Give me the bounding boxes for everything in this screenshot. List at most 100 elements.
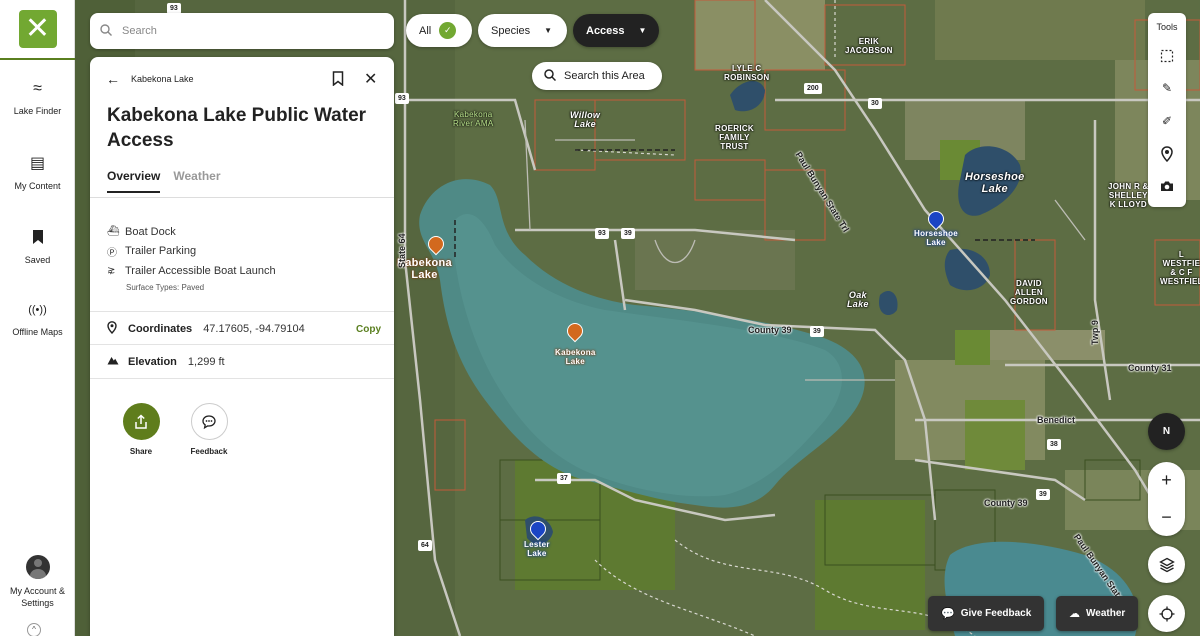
filter-all-chip[interactable]: All ✓: [406, 14, 472, 47]
chat-icon: 💬: [941, 608, 955, 620]
parking-icon: Ⓟ: [107, 247, 117, 259]
close-icon[interactable]: ✕: [364, 69, 377, 89]
road-label-county-39: County 39: [748, 325, 792, 335]
pen-icon[interactable]: ✎: [1148, 81, 1186, 95]
amenities-list: ⛴ Boat Dock Ⓟ Trailer Parking ⋧ Trailer …: [107, 222, 276, 292]
avatar[interactable]: [25, 555, 50, 579]
map-label-roerick-trust: ROERICK FAMILY TRUST: [715, 124, 754, 151]
app-logo[interactable]: ✕: [0, 0, 75, 60]
share-label: Share: [129, 447, 153, 456]
tools-panel: Tools ✎ ✐: [1148, 13, 1186, 207]
tab-overview[interactable]: Overview: [107, 169, 161, 193]
filter-species-dropdown[interactable]: Species ▼: [478, 14, 567, 47]
amenity-label: Trailer Accessible Boat Launch: [125, 264, 276, 277]
nav-item-lake-finder[interactable]: ≈ Lake Finder: [0, 80, 75, 116]
coordinates-label: Coordinates: [128, 323, 193, 335]
camera-icon[interactable]: [1148, 180, 1186, 195]
locate-me-button[interactable]: [1148, 595, 1185, 632]
route-shield-93-west: 93: [395, 93, 409, 104]
coordinates-row: Coordinates 47.17605, -94.79104 Copy: [107, 321, 381, 337]
map-label-lester-lake[interactable]: Lester Lake: [524, 540, 550, 558]
nav-item-account[interactable]: My Account & Settings: [0, 555, 75, 609]
amenity-item: ⋧ Trailer Accessible Boat Launch: [107, 261, 276, 281]
share-button[interactable]: Share: [111, 403, 171, 456]
location-pin-icon[interactable]: [1148, 146, 1186, 165]
boat-icon: ⛴: [107, 226, 120, 238]
map-label-westfield: L WESTFIE & C F WESTFIEL: [1160, 250, 1200, 286]
location-pin-icon: [107, 321, 128, 337]
surface-types: Surface Types: Paved: [126, 282, 205, 292]
amenity-item: ⛴ Boat Dock: [107, 222, 276, 242]
map-label-horseshoe-lake-access[interactable]: Horseshoe Lake: [914, 229, 958, 247]
search-this-area-button[interactable]: Search this Area: [532, 62, 662, 90]
route-shield-93-south: 93: [595, 228, 609, 239]
feedback-button[interactable]: Feedback: [179, 403, 239, 456]
zoom-control: + −: [1148, 462, 1185, 536]
boat-launch-icon: ⋧: [107, 265, 116, 277]
elevation-row: Elevation 1,299 ft: [107, 355, 381, 368]
search-bar[interactable]: [90, 13, 394, 49]
map-label-kabekona-river-ama[interactable]: Kabekona River AMA: [453, 110, 494, 128]
cloud-icon: ☁: [1069, 608, 1080, 620]
edit-line-icon[interactable]: ✐: [1148, 114, 1186, 128]
map-label-oak-lake[interactable]: Oak Lake: [847, 291, 869, 309]
folder-icon: ▤: [29, 155, 46, 172]
road-label-county-39-east: County 39: [984, 498, 1028, 508]
zoom-out-button[interactable]: −: [1148, 499, 1185, 536]
filter-all-label: All: [419, 24, 432, 37]
feedback-icon[interactable]: [190, 403, 228, 440]
elevation-value: 1,299 ft: [187, 355, 225, 368]
nav-item-offline-maps[interactable]: ((•)) Offline Maps: [0, 301, 75, 337]
caret-down-icon: ▼: [544, 26, 553, 35]
search-input[interactable]: [122, 25, 372, 37]
route-shield-200: 200: [804, 83, 822, 94]
divider: [90, 311, 394, 312]
map-label-willow-lake[interactable]: Willow Lake: [570, 111, 600, 129]
route-shield-39: 39: [621, 228, 635, 239]
mountain-icon: [107, 355, 128, 368]
left-navigation: ✕ ≈ Lake Finder ▤ My Content Saved ((•))…: [0, 0, 75, 636]
fish-icon: ✓: [439, 22, 457, 39]
filter-access-label: Access: [586, 24, 625, 37]
breadcrumb[interactable]: Kabekona Lake: [131, 74, 194, 84]
filter-access-dropdown[interactable]: Access ▼: [573, 14, 659, 47]
nav-label: Lake Finder: [13, 106, 62, 116]
lasso-select-icon[interactable]: [1148, 49, 1186, 66]
location-detail-panel: ← Kabekona Lake ✕ Kabekona Lake Public W…: [90, 57, 394, 636]
amenity-item: Ⓟ Trailer Parking: [107, 242, 276, 262]
nav-item-my-content[interactable]: ▤ My Content: [0, 155, 75, 191]
map-label-kabekona-lake-pin[interactable]: Kabekona Lake: [555, 348, 596, 366]
road-label-benedict: Benedict: [1037, 415, 1076, 425]
tab-weather[interactable]: Weather: [173, 169, 220, 193]
divider: [90, 344, 394, 345]
give-feedback-label: Give Feedback: [960, 608, 1032, 619]
compass-button[interactable]: N: [1148, 413, 1185, 450]
copy-button[interactable]: Copy: [356, 324, 381, 335]
road-label-state-64: State 64: [397, 233, 407, 268]
nav-label: My Account & Settings: [9, 586, 66, 608]
map-label-erik-jacobson: ERIK JACOBSON: [845, 37, 893, 55]
bookmark-icon: [0, 229, 75, 247]
logo-icon[interactable]: ✕: [18, 10, 57, 48]
weather-label: Weather: [1086, 608, 1126, 619]
give-feedback-button[interactable]: 💬 Give Feedback: [928, 596, 1045, 631]
share-icon[interactable]: [122, 403, 160, 440]
divider: [90, 378, 394, 379]
zoom-in-button[interactable]: +: [1148, 462, 1185, 499]
bookmark-icon[interactable]: [332, 71, 344, 89]
map-label-john-lloyd: JOHN R & SHELLEY K LLOYD: [1108, 182, 1149, 209]
nav-item-saved[interactable]: Saved: [0, 229, 75, 265]
road-label-twp-9: Twp 9: [1090, 320, 1100, 345]
map-label-horseshoe-lake[interactable]: Horseshoe Lake: [965, 171, 1025, 195]
layers-button[interactable]: [1148, 546, 1185, 583]
weather-button[interactable]: ☁ Weather: [1056, 596, 1139, 631]
route-shield-38: 38: [1047, 439, 1061, 450]
back-arrow-icon[interactable]: ←: [106, 71, 120, 87]
compass-label: N: [1162, 426, 1171, 437]
tools-title: Tools: [1156, 22, 1178, 32]
filter-species-label: Species: [491, 24, 531, 37]
map-label-lyle-robinson: LYLE C ROBINSON: [724, 64, 770, 82]
offline-signal-icon: ((•)): [28, 304, 47, 316]
road-label-county-31: County 31: [1128, 363, 1172, 373]
chevron-up-icon[interactable]: ^: [27, 623, 41, 636]
